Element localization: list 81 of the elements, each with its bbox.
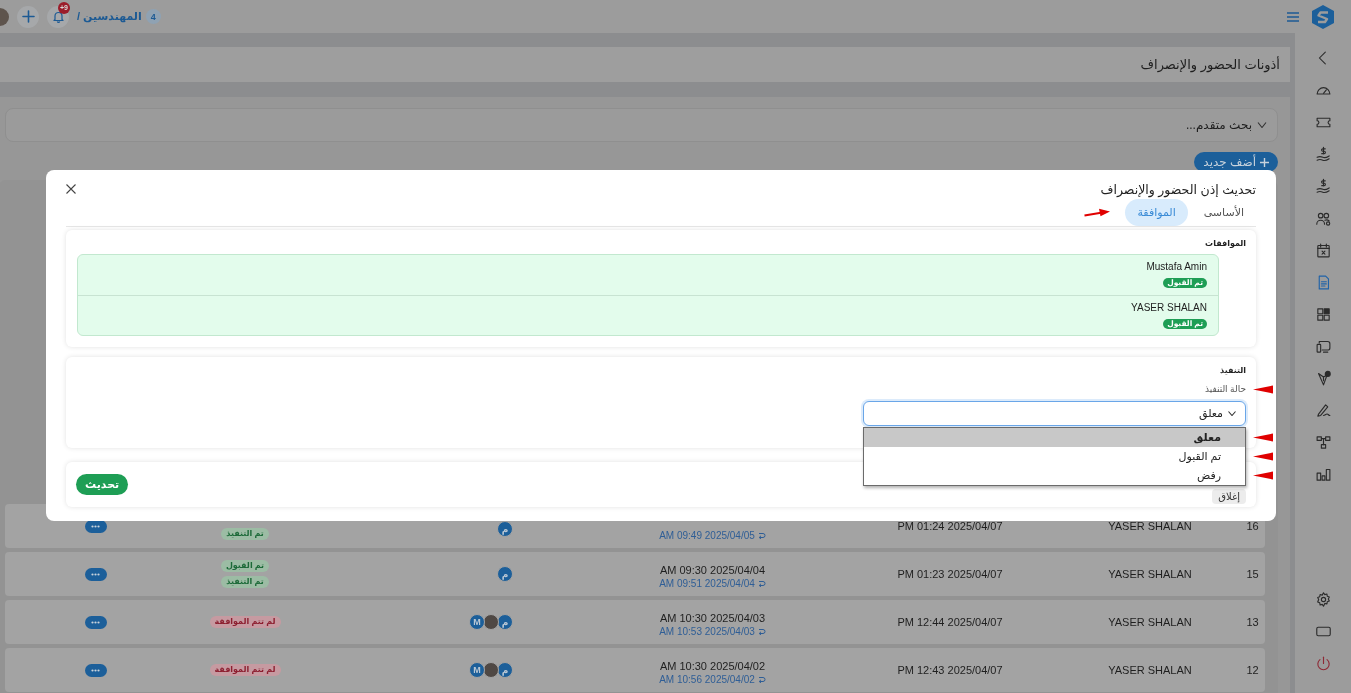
approver-avatar: م xyxy=(497,521,513,537)
dropdown-option[interactable]: تم القبول xyxy=(864,447,1245,466)
more-icon xyxy=(91,668,100,672)
bell-icon xyxy=(51,10,65,23)
close-form-button[interactable]: إغلاق xyxy=(1212,489,1246,504)
status-select[interactable]: معلق xyxy=(863,401,1246,426)
more-icon xyxy=(91,620,100,624)
start-time: AM 09:30 2025/04/04 xyxy=(659,563,766,577)
section-heading: التنفيذ xyxy=(1219,366,1246,376)
chevron-icon xyxy=(1228,411,1236,416)
created-date: PM 01:23 2025/04/07 xyxy=(897,568,1003,580)
employee-name: YASER SHALAN xyxy=(1108,520,1192,532)
employee-name: YASER SHALAN xyxy=(1108,568,1192,580)
power-icon[interactable] xyxy=(1314,654,1332,672)
status-badge: تم القبول xyxy=(220,560,270,572)
created-date: PM 01:24 2025/04/07 xyxy=(897,520,1003,532)
count-badge: 4 xyxy=(145,9,161,24)
row-number: 15 xyxy=(1246,568,1259,580)
curved-arrow-icon xyxy=(757,580,766,587)
status-badge: تم التنفيذ xyxy=(221,576,269,588)
tab[interactable]: الأساسى xyxy=(1191,199,1256,226)
page-title: أذونات الحضور والإنصراف xyxy=(1140,57,1280,72)
annotation-arrow-icon xyxy=(1253,385,1273,394)
field-label: حالة التنفيذ xyxy=(1204,384,1246,394)
start-time: AM 10:30 2025/04/02 xyxy=(659,659,766,673)
plus-icon xyxy=(21,10,35,23)
more-icon xyxy=(91,524,100,528)
hierarchy-icon[interactable] xyxy=(1314,433,1332,451)
end-time: AM 10:53 2025/04/03 xyxy=(659,625,755,638)
approver-avatar: م xyxy=(497,662,513,678)
pen-icon[interactable] xyxy=(1314,401,1332,419)
logo-icon xyxy=(1310,3,1336,30)
section-heading: الموافقات xyxy=(1204,239,1246,249)
end-time: AM 10:56 2025/04/02 xyxy=(659,673,755,686)
grid-icon[interactable] xyxy=(1314,305,1332,323)
approver-name: YASER SHALAN xyxy=(1131,302,1207,314)
more-button[interactable] xyxy=(84,663,107,677)
modal-title: تحديث إذن الحضور والإنصراف xyxy=(1100,181,1256,197)
add-button[interactable] xyxy=(17,5,39,28)
created-date: PM 12:43 2025/04/07 xyxy=(897,664,1003,676)
approver-avatar: M xyxy=(469,614,485,630)
close-icon xyxy=(66,184,76,194)
money-icon[interactable] xyxy=(1314,177,1332,195)
row-number: 12 xyxy=(1246,664,1259,676)
curved-arrow-icon xyxy=(757,532,766,539)
dropdown-option[interactable]: معلق xyxy=(864,428,1245,447)
created-date: PM 12:44 2025/04/07 xyxy=(897,616,1003,628)
status-badge: لم تتم الموافقة xyxy=(209,616,281,628)
end-time: AM 09:49 2025/04/05 xyxy=(659,529,755,542)
more-button[interactable] xyxy=(84,615,107,629)
annotation-arrow-icon xyxy=(1253,433,1273,442)
approver-avatar: M xyxy=(469,662,485,678)
chevron-icon xyxy=(1257,122,1267,128)
money-icon[interactable] xyxy=(1314,145,1332,163)
row-number: 13 xyxy=(1246,616,1259,628)
more-button[interactable] xyxy=(84,567,107,581)
approver-avatar: م xyxy=(497,614,513,630)
plus-icon xyxy=(1260,157,1269,167)
employee-name: YASER SHALAN xyxy=(1108,616,1192,628)
curved-arrow-icon xyxy=(757,676,766,683)
settings-icon[interactable] xyxy=(1314,590,1332,608)
avatar xyxy=(483,614,499,630)
dropdown-option[interactable]: رفض xyxy=(864,466,1245,485)
add-new-button[interactable]: أضف جديد xyxy=(1194,152,1278,172)
annotation-arrow-icon xyxy=(1084,208,1111,217)
calendar-icon[interactable] xyxy=(1314,241,1332,259)
approver-avatar: م xyxy=(497,566,513,582)
row-number: 16 xyxy=(1246,520,1259,532)
approver-name: Mustafa Amin xyxy=(1146,261,1207,273)
curved-arrow-icon xyxy=(757,628,766,635)
close-button[interactable] xyxy=(65,183,77,195)
annotation-arrow-icon xyxy=(1253,471,1273,480)
end-time: AM 09:51 2025/04/04 xyxy=(659,577,755,590)
avatar xyxy=(483,662,499,678)
advanced-search-toggle[interactable]: بحث متقدم... xyxy=(5,108,1278,142)
status-badge: لم تتم الموافقة xyxy=(209,664,281,676)
employee-name: YASER SHALAN xyxy=(1108,664,1192,676)
start-time: AM 10:30 2025/04/03 xyxy=(659,611,766,625)
status-badge: تم التنفيذ xyxy=(221,528,269,540)
annotation-arrow-icon xyxy=(1253,452,1273,461)
more-icon xyxy=(91,572,100,576)
